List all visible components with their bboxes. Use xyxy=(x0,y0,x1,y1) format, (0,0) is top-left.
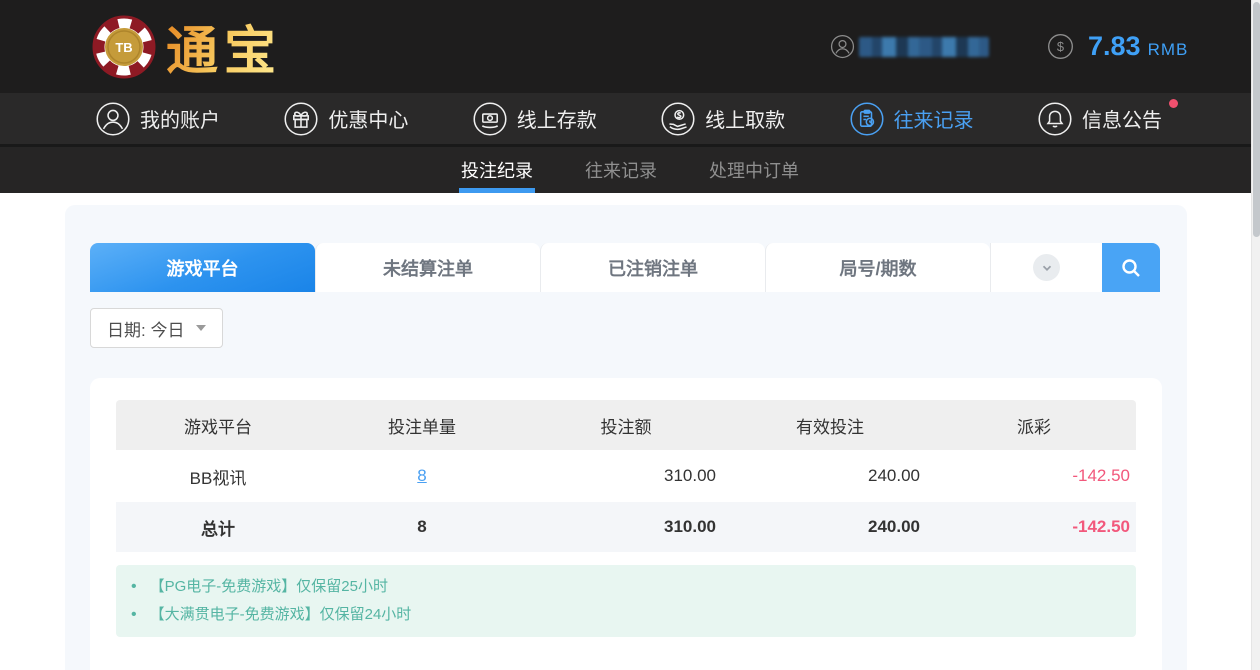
nav-item-announcements[interactable]: 信息公告 xyxy=(1037,98,1178,137)
cell-total-payout: -142.50 xyxy=(932,502,1136,552)
tab-label: 未结算注单 xyxy=(383,258,473,279)
subnav-item-bet-records[interactable]: 投注纪录 xyxy=(459,147,535,193)
filter-tabs: 游戏平台 未结算注单 已注销注单 局号/期数 xyxy=(90,243,1162,292)
user-icon xyxy=(96,101,130,136)
table-header-row: 游戏平台 投注单量 投注额 有效投注 派彩 xyxy=(116,400,1136,450)
note-line: • 【PG电子-免费游戏】仅保留25小时 xyxy=(131,573,1116,601)
page-content: 游戏平台 未结算注单 已注销注单 局号/期数 日期: 今日 游戏平台 投注单量 … xyxy=(0,193,1260,670)
user-icon xyxy=(830,34,855,59)
tab-label: 已注销注单 xyxy=(608,258,698,279)
chevron-circle xyxy=(1033,254,1060,281)
tab-label: 游戏平台 xyxy=(166,258,239,279)
col-bet-amount: 投注额 xyxy=(524,400,728,450)
balance[interactable]: $ 7.83 RMB xyxy=(1047,31,1188,62)
brand-name: 通宝 xyxy=(166,9,282,84)
bet-summary-table: 游戏平台 投注单量 投注额 有效投注 派彩 BB视讯 8 310.00 240.… xyxy=(116,400,1136,552)
nav-item-promotions[interactable]: 优惠中心 xyxy=(283,101,408,137)
nav-item-my-account[interactable]: 我的账户 xyxy=(95,101,220,137)
balance-amount: 7.83 xyxy=(1088,31,1141,61)
col-payout: 派彩 xyxy=(932,400,1136,450)
search-icon xyxy=(1122,258,1140,277)
subnav-item-transaction-records[interactable]: 往来记录 xyxy=(583,147,659,193)
bet-count-link[interactable]: 8 xyxy=(417,466,426,485)
subnav-label: 往来记录 xyxy=(585,161,657,181)
note-text: 【PG电子-免费游戏】仅保留25小时 xyxy=(149,578,388,595)
notification-badge xyxy=(1168,98,1178,108)
date-filter-dropdown[interactable]: 日期: 今日 xyxy=(90,308,224,348)
username-redacted[interactable] xyxy=(859,36,989,57)
poker-chip-icon: TB xyxy=(92,15,156,78)
tab-round-number[interactable]: 局号/期数 xyxy=(765,243,990,292)
nav-label: 信息公告 xyxy=(1081,110,1162,132)
tab-label: 局号/期数 xyxy=(839,258,917,279)
chip-text: TB xyxy=(115,40,132,55)
date-filter-label: 日期: 今日 xyxy=(107,320,185,340)
gift-icon xyxy=(284,101,318,136)
bullet-icon: • xyxy=(131,578,137,595)
cell-total-bet: 310.00 xyxy=(524,502,728,552)
scrollbar-thumb[interactable] xyxy=(1253,2,1260,237)
cell-total-label: 总计 xyxy=(116,502,320,552)
date-filter-row: 日期: 今日 xyxy=(90,308,1162,348)
cell-payout: -142.50 xyxy=(1072,466,1130,485)
note-line: • 【大满贯电子-免费游戏】仅保留24小时 xyxy=(131,601,1116,629)
nav-item-transaction-records[interactable]: 往来记录 xyxy=(849,101,974,137)
subnav-label: 处理中订单 xyxy=(709,161,799,181)
caret-down-icon xyxy=(196,325,207,331)
nav-label: 线上存款 xyxy=(516,110,597,132)
nav-item-deposit[interactable]: 线上存款 xyxy=(472,101,597,137)
nav-item-withdraw[interactable]: 线上取款 xyxy=(660,101,785,137)
sub-nav: 投注纪录 往来记录 处理中订单 xyxy=(0,147,1260,193)
svg-text:$: $ xyxy=(1057,39,1064,54)
retention-notes: • 【PG电子-免费游戏】仅保留25小时 • 【大满贯电子-免费游戏】仅保留24… xyxy=(116,565,1136,637)
col-valid-bet: 有效投注 xyxy=(728,400,932,450)
cell-total-count: 8 xyxy=(320,502,524,552)
records-icon xyxy=(850,101,884,136)
bell-icon xyxy=(1038,101,1072,136)
tab-game-platform[interactable]: 游戏平台 xyxy=(90,243,315,292)
top-header: TB 通宝 $ 7.83 RMB xyxy=(0,0,1260,93)
bullet-icon: • xyxy=(131,606,137,623)
expand-dropdown[interactable] xyxy=(990,243,1102,292)
cell-total-valid: 240.00 xyxy=(728,502,932,552)
withdraw-icon xyxy=(661,101,695,136)
cell-bet-amount: 310.00 xyxy=(664,466,716,485)
balance-currency: RMB xyxy=(1147,39,1189,59)
nav-label: 优惠中心 xyxy=(328,110,409,132)
tab-cancelled-bets[interactable]: 已注销注单 xyxy=(540,243,765,292)
col-game-platform: 游戏平台 xyxy=(116,400,320,450)
dollar-circle-icon: $ xyxy=(1048,34,1073,59)
cell-platform: BB视讯 xyxy=(189,468,247,488)
table-row: BB视讯 8 310.00 240.00 -142.50 xyxy=(116,450,1136,502)
col-bet-count: 投注单量 xyxy=(320,400,524,450)
cell-bet-count: 8 xyxy=(320,450,524,502)
vertical-scrollbar[interactable] xyxy=(1251,0,1260,670)
subnav-label: 投注纪录 xyxy=(461,161,533,181)
chevron-down-icon xyxy=(1042,265,1051,271)
content-card: 游戏平台 未结算注单 已注销注单 局号/期数 日期: 今日 游戏平台 投注单量 … xyxy=(65,205,1187,670)
note-text: 【大满贯电子-免费游戏】仅保留24小时 xyxy=(149,606,412,623)
user-area: $ 7.83 RMB xyxy=(830,0,1188,93)
main-nav: 我的账户 优惠中心 线上存款 线上取款 往来记录 信息公告 xyxy=(0,93,1260,144)
subnav-item-processing-orders[interactable]: 处理中订单 xyxy=(707,147,801,193)
brand-logo[interactable]: TB 通宝 xyxy=(92,9,282,84)
deposit-icon xyxy=(473,101,507,136)
nav-label: 线上取款 xyxy=(705,110,786,132)
nav-label: 我的账户 xyxy=(140,110,220,132)
nav-label: 往来记录 xyxy=(893,110,974,132)
tab-unsettled-bets[interactable]: 未结算注单 xyxy=(315,243,540,292)
table-total-row: 总计 8 310.00 240.00 -142.50 xyxy=(116,502,1136,552)
report-card: 游戏平台 投注单量 投注额 有效投注 派彩 BB视讯 8 310.00 240.… xyxy=(90,378,1162,670)
cell-valid-bet: 240.00 xyxy=(868,466,920,485)
search-button[interactable] xyxy=(1102,243,1160,292)
